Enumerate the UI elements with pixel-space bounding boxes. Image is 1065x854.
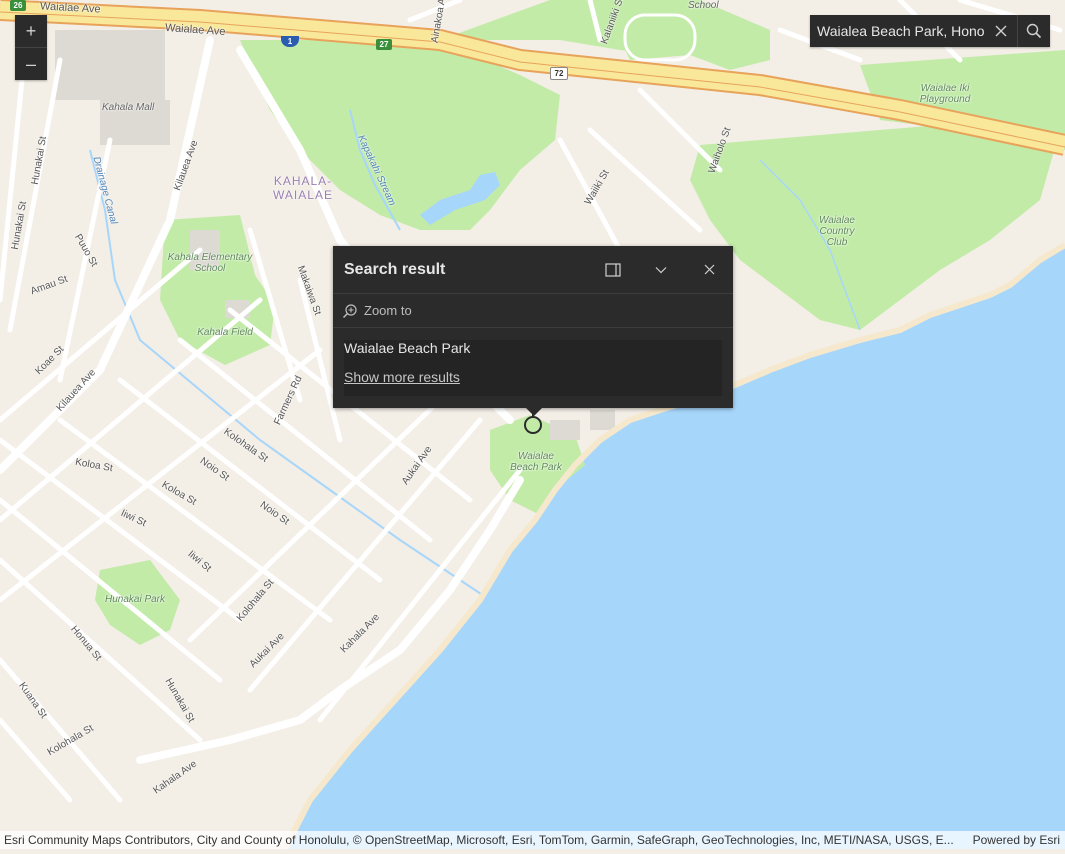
close-icon (704, 264, 714, 275)
search-result-popup: Search result Zoom to Waialae Beach Park… (333, 246, 733, 416)
attribution-text[interactable]: Esri Community Maps Contributors, City a… (0, 833, 963, 847)
zoom-out-button[interactable]: – (15, 47, 47, 80)
dock-button[interactable] (589, 246, 637, 293)
popup-title: Search result (344, 260, 446, 278)
clear-search-button[interactable] (985, 15, 1017, 47)
popup-header: Search result (333, 246, 733, 294)
zoom-controls: + – (15, 15, 47, 80)
search-widget (810, 15, 1050, 47)
search-button[interactable] (1017, 15, 1050, 47)
dock-icon (605, 262, 621, 277)
zoom-to-action[interactable]: Zoom to (342, 303, 412, 319)
popup-actions: Zoom to (333, 294, 733, 328)
map-view[interactable]: 1 27 72 26 Waialae Ave Waialae Ave Kahal… (0, 0, 1065, 851)
show-more-results-link[interactable]: Show more results (344, 369, 460, 385)
result-name: Waialae Beach Park (344, 340, 471, 356)
search-icon (1026, 23, 1042, 39)
collapse-button[interactable] (637, 246, 685, 293)
powered-by-link[interactable]: Powered by Esri (963, 833, 1065, 847)
popup-body: Waialae Beach Park Show more results (344, 340, 722, 396)
zoom-to-label: Zoom to (364, 303, 412, 318)
chevron-down-icon (655, 266, 667, 273)
zoom-in-button[interactable]: + (15, 15, 47, 47)
search-input[interactable] (810, 15, 985, 47)
zoom-in-icon (342, 303, 357, 318)
basemap (0, 0, 1065, 851)
attribution-bar: Esri Community Maps Contributors, City a… (0, 831, 1065, 849)
popup-pointer (526, 408, 542, 416)
close-popup-button[interactable] (685, 246, 733, 293)
close-icon (995, 25, 1007, 37)
